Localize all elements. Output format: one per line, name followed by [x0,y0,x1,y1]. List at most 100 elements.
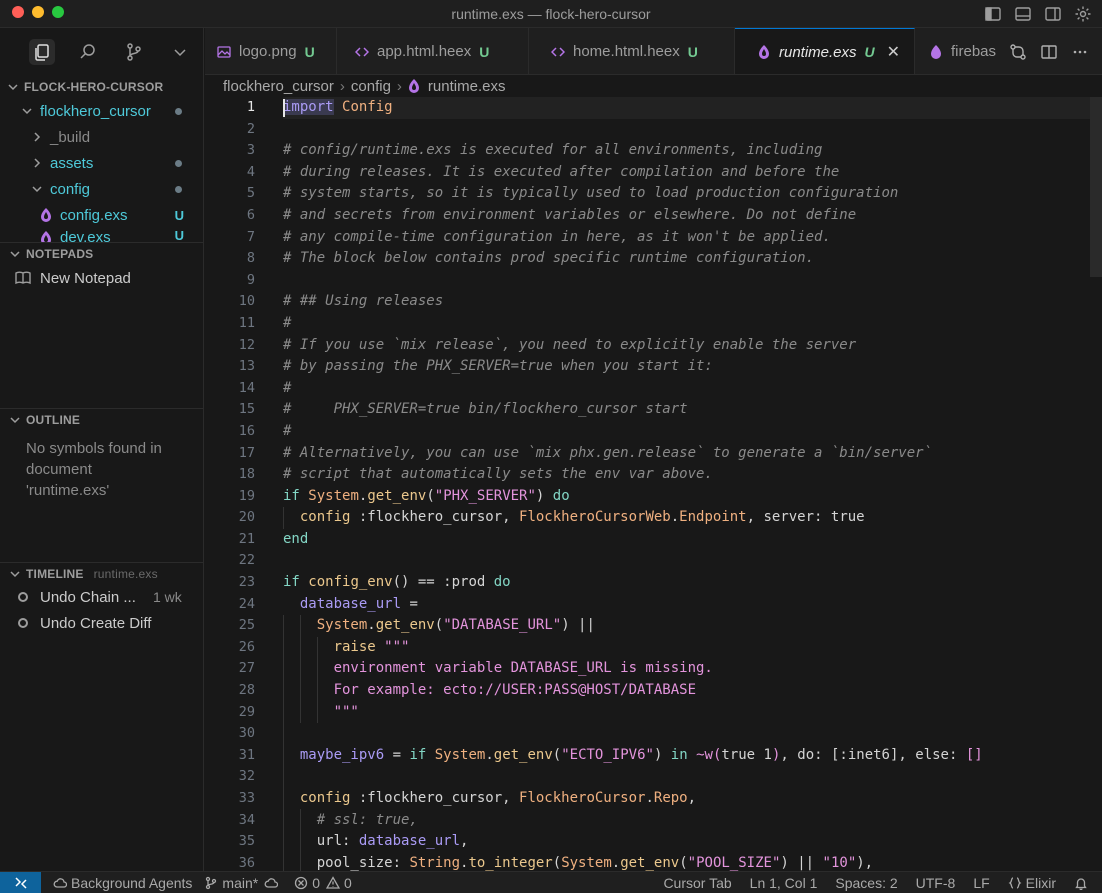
timeline-item[interactable]: Undo Create Diff [0,610,203,636]
line-number: 20 [238,509,255,526]
explorer-section-header[interactable]: FLOCK-HERO-CURSOR [0,76,203,98]
tab-runtime-exs[interactable]: runtime.exs U ✕ [735,28,915,74]
code-icon [355,46,369,57]
tab-untracked-badge: U [687,43,698,60]
code-line: # any compile-time configuration in here… [283,228,831,245]
more-views-chevron-icon[interactable] [167,39,193,65]
toggle-primary-sidebar-icon[interactable] [984,5,1002,23]
chevron-right-icon: › [339,77,345,95]
code-editor[interactable]: 1 2 3 4 5 6 7 8 9 10 11 12 13 14 15 16 17 18 19 20 21 22 23 24 2… [205,97,1102,871]
timeline-item[interactable]: Undo Chain ... 1 wk [0,584,203,610]
line-number: 36 [238,854,255,871]
explorer-icon[interactable] [29,39,55,65]
tab-app-html-heex[interactable]: app.html.heex U [337,28,529,74]
code-line: # and secrets from environment variables… [283,206,857,223]
breadcrumb-item[interactable]: config [351,78,391,95]
open-changes-icon[interactable] [1009,43,1027,61]
tree-item-build[interactable]: _build [0,124,203,150]
cloud-icon [53,877,67,888]
code-line: import Config [283,97,1090,119]
tree-item-assets[interactable]: assets [0,150,203,176]
elixir-file-icon [41,231,51,242]
line-number: 6 [246,206,255,223]
tree-item-flockhero-cursor[interactable]: flockhero_cursor [0,98,203,124]
notifications-bell-icon[interactable] [1074,876,1092,890]
line-number: 16 [238,422,255,439]
encoding-button[interactable]: UTF-8 [916,875,956,891]
tree-item-dev-exs[interactable]: dev.exs U [0,228,203,242]
cursor-tab-button[interactable]: Cursor Tab [663,875,731,891]
untracked-badge: U [174,228,184,242]
language-mode-button[interactable]: Elixir [1008,875,1056,891]
tree-item-label: assets [50,154,94,172]
breadcrumb-item[interactable]: flockhero_cursor [223,78,334,95]
chevron-down-icon [22,108,32,115]
tab-close-icon[interactable]: ✕ [887,42,900,62]
line-number: 29 [238,703,255,720]
code-line: # system starts, so it is typically used… [283,185,899,202]
line-number: 34 [238,811,255,828]
elixir-icon [931,44,941,59]
line-number: 32 [238,768,255,785]
warning-icon [326,875,341,889]
notepads-section-header[interactable]: NOTEPADS [0,242,203,264]
split-editor-icon[interactable] [1040,43,1058,61]
chevron-down-icon [10,416,20,423]
editor-scrollbar[interactable] [1090,97,1102,277]
timeline-title: TIMELINE [26,566,84,581]
timeline-circle-icon [18,592,28,602]
background-agents-button[interactable]: Background Agents [53,875,192,891]
tab-logo-png[interactable]: logo.png U [205,28,337,74]
code-line: # by passing the PHX_SERVER=true when yo… [283,358,713,375]
code-line: System.get_env("DATABASE_URL") || [316,617,595,634]
search-icon[interactable] [75,39,101,65]
warning-count: 0 [344,874,352,891]
tab-label: app.html.heex [377,43,472,60]
outline-section-header[interactable]: OUTLINE [0,408,203,430]
line-number: 17 [238,444,255,461]
code-line: # Alternatively, you can use `mix phx.ge… [283,444,933,461]
problems-button[interactable]: 0 0 [294,875,352,891]
error-count: 0 [312,874,321,891]
new-notepad-item[interactable]: New Notepad [0,264,203,292]
language-label: Elixir [1025,875,1056,891]
eol-button[interactable]: LF [973,875,989,891]
line-number: 13 [238,358,255,375]
line-number: 2 [246,120,255,137]
line-number: 35 [238,833,255,850]
tree-item-config-exs[interactable]: config.exs U [0,202,203,228]
toggle-panel-icon[interactable] [1014,5,1032,23]
timeline-section-header[interactable]: TIMELINE runtime.exs [0,562,203,584]
cursor-position[interactable]: Ln 1, Col 1 [750,875,818,891]
code-line: environment variable DATABASE_URL is mis… [283,660,713,677]
sync-cloud-icon[interactable] [264,876,279,890]
tree-item-config[interactable]: config [0,176,203,202]
chevron-right-icon [34,158,41,168]
more-actions-icon[interactable] [1071,43,1089,61]
untracked-badge: U [174,207,184,223]
line-number: 4 [246,163,255,180]
breadcrumb-item[interactable]: runtime.exs [428,78,506,95]
source-control-icon[interactable] [121,39,147,65]
code-line: pool_size: String.to_integer(System.get_… [283,854,874,871]
remote-indicator-icon[interactable] [0,871,41,893]
line-number: 24 [238,595,255,612]
code-line: maybe_ipv6 = if System.get_env("ECTO_IPV… [299,746,983,763]
line-number: 14 [238,379,255,396]
settings-gear-icon[interactable] [1074,5,1092,23]
line-number: 33 [238,790,255,806]
code-area[interactable]: import Config # config/runtime.exs is ex… [283,97,1090,871]
chevron-down-icon [10,250,20,257]
outline-title: OUTLINE [26,412,81,427]
tree-item-label: _build [50,128,91,146]
new-notepad-label: New Notepad [40,269,131,287]
line-number: 7 [246,228,255,245]
tab-home-html-heex[interactable]: home.html.heex U [529,28,735,74]
branch-button[interactable]: main* [204,875,282,891]
code-line: # script that automatically sets the env… [283,466,713,483]
indentation-button[interactable]: Spaces: 2 [835,875,897,891]
toggle-secondary-sidebar-icon[interactable] [1044,5,1062,23]
editor-actions [996,28,1102,74]
